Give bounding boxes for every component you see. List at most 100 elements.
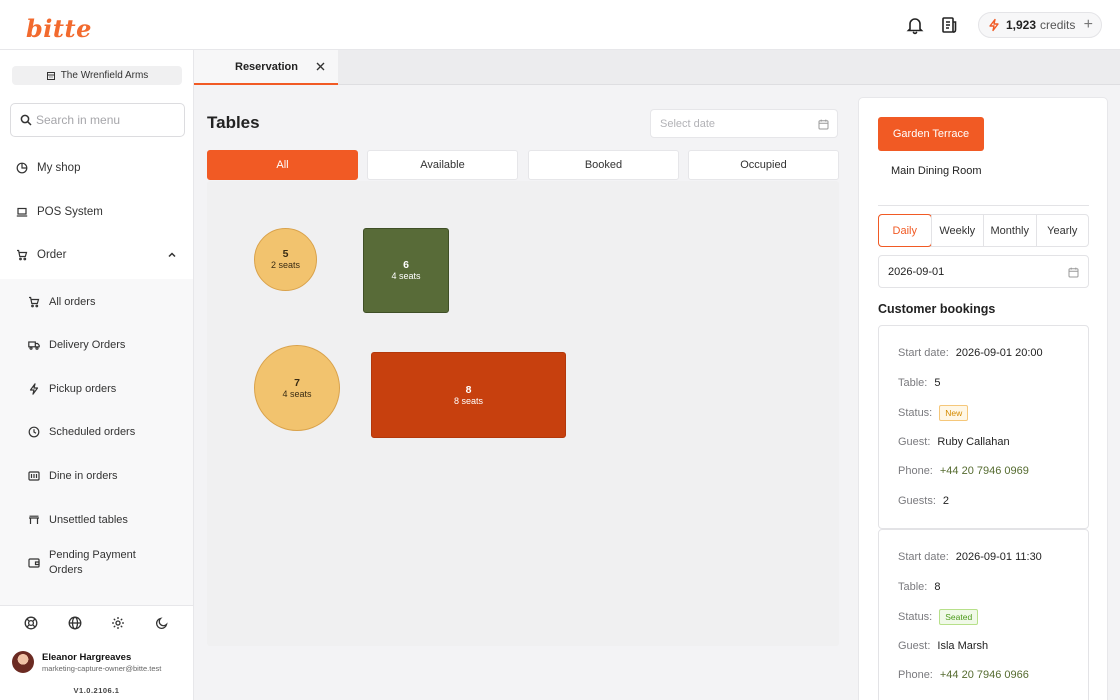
sidebar-item-label: Pending Payment Orders [49, 549, 136, 576]
receipt-icon[interactable] [939, 15, 959, 35]
sidebar-item-label: Order [37, 249, 67, 261]
field-label: Status: [898, 611, 933, 623]
sidebar-item-label: All orders [49, 295, 96, 308]
booking-phone: Phone: +44 20 7946 0969 [898, 465, 1029, 477]
booking-guest: Guest: Isla Marsh [898, 640, 988, 652]
floor-plan: 5 2 seats 6 4 seats 7 4 seats 8 8 seats [207, 181, 839, 646]
booking-table: Table: 5 [898, 377, 940, 389]
period-monthly[interactable]: Monthly [983, 215, 1036, 246]
page-title: Tables [207, 113, 260, 132]
bell-icon[interactable] [905, 15, 925, 35]
avatar [12, 651, 34, 673]
booking-date-value: 2026-09-01 [888, 265, 945, 278]
field-label: Phone: [898, 669, 933, 681]
sidebar-item-label: Dine in orders [49, 469, 118, 482]
bolt-icon [987, 18, 1001, 32]
room-garden-terrace[interactable]: Garden Terrace [878, 117, 984, 151]
credits-label: credits [1040, 18, 1076, 32]
table-seats: 4 seats [282, 388, 312, 399]
sidebar-item-dine-in-orders[interactable]: Dine in orders [0, 458, 193, 494]
search-box[interactable] [10, 103, 185, 137]
sidebar-item-order[interactable]: Order [0, 237, 193, 273]
sidebar-item-all-orders[interactable]: All orders [0, 284, 193, 320]
booking-status: Status: New [898, 405, 969, 421]
table-6[interactable]: 6 4 seats [363, 228, 449, 313]
table-icon [29, 515, 39, 524]
period-weekly[interactable]: Weekly [930, 215, 984, 246]
sidebar-item-my-shop[interactable]: My shop [0, 150, 193, 186]
booking-guests: Guests: 2 [898, 495, 949, 507]
table-7[interactable]: 7 4 seats [254, 345, 340, 431]
truck-icon [28, 341, 40, 350]
filter-occupied[interactable]: Occupied [688, 150, 839, 180]
period-daily[interactable]: Daily [878, 214, 932, 247]
sidebar-item-label: Scheduled orders [49, 425, 136, 438]
credits-amount: 1,923 [1006, 18, 1037, 32]
field-value: Ruby Callahan [937, 436, 1010, 448]
period-yearly[interactable]: Yearly [1035, 215, 1089, 246]
logo[interactable]: bitte [26, 14, 92, 43]
wallet-icon [28, 558, 40, 568]
dine-in-icon [28, 471, 40, 481]
phone-link[interactable]: +44 20 7946 0969 [940, 465, 1029, 477]
laptop-icon [16, 207, 28, 217]
tab-reservation[interactable]: Reservation [194, 50, 338, 85]
date-input[interactable] [660, 117, 810, 130]
field-label: Guest: [898, 640, 931, 652]
calendar-icon[interactable] [818, 119, 829, 130]
shop-name: The Wrenfield Arms [60, 70, 149, 81]
phone-link[interactable]: +44 20 7946 0966 [940, 669, 1029, 681]
field-value: 8 [934, 581, 941, 593]
sidebar-item-pickup-orders[interactable]: Pickup orders [0, 371, 193, 407]
sidebar: The Wrenfield Arms My shop POS System Or… [0, 50, 194, 700]
globe-icon[interactable] [68, 616, 82, 630]
shop-selector[interactable]: The Wrenfield Arms [12, 66, 182, 85]
tab-label: Reservation [235, 60, 298, 73]
field-value: 5 [934, 377, 941, 389]
field-label: Status: [898, 407, 933, 419]
date-picker[interactable] [650, 109, 838, 138]
booking-status: Status: Seated [898, 609, 979, 625]
user-email: marketing-capture-owner@bitte.test [42, 663, 162, 673]
field-value: 2 [942, 495, 950, 507]
close-icon[interactable] [315, 61, 326, 72]
filter-booked[interactable]: Booked [528, 150, 679, 180]
sidebar-item-delivery-orders[interactable]: Delivery Orders [0, 327, 193, 363]
booking-date-field[interactable]: 2026-09-01 [878, 255, 1089, 288]
sidebar-item-scheduled-orders[interactable]: Scheduled orders [0, 414, 193, 450]
table-number: 6 [403, 259, 409, 271]
table-5[interactable]: 5 2 seats [254, 228, 317, 291]
field-value: Isla Marsh [937, 640, 989, 652]
gear-icon[interactable] [111, 616, 125, 630]
store-icon [46, 71, 55, 80]
add-credits-button[interactable]: + [1084, 17, 1093, 33]
table-8[interactable]: 8 8 seats [371, 352, 566, 438]
search-icon [20, 114, 32, 126]
credits-pill[interactable]: 1,923 credits + [978, 12, 1102, 38]
section-title: Customer bookings [878, 302, 996, 316]
moon-icon[interactable] [155, 616, 169, 630]
sidebar-footer: Eleanor Hargreaves marketing-capture-own… [0, 605, 193, 700]
filter-available[interactable]: Available [367, 150, 518, 180]
filter-all[interactable]: All [207, 150, 358, 180]
pie-chart-icon [16, 162, 28, 174]
chevron-up-icon[interactable] [167, 250, 177, 260]
calendar-icon[interactable] [1068, 267, 1079, 278]
help-icon[interactable] [24, 616, 38, 630]
sidebar-item-pos-system[interactable]: POS System [0, 194, 193, 230]
divider [878, 205, 1089, 206]
room-main-dining[interactable]: Main Dining Room [891, 165, 981, 177]
sidebar-item-pending-payment-orders[interactable]: Pending Payment Orders [0, 545, 193, 581]
booking-card[interactable]: Start date: 2026-09-01 11:30 Table: 8 St… [878, 529, 1089, 700]
sidebar-item-unsettled-tables[interactable]: Unsettled tables [0, 502, 193, 538]
booking-table: Table: 8 [898, 581, 940, 593]
table-number: 8 [465, 383, 472, 396]
field-label: Guest: [898, 436, 931, 448]
booking-card[interactable]: Start date: 2026-09-01 20:00 Table: 5 St… [878, 325, 1089, 529]
sidebar-item-label: Delivery Orders [49, 338, 126, 351]
cart-icon [29, 296, 40, 308]
search-input[interactable] [36, 113, 176, 127]
user-name: Eleanor Hargreaves [42, 651, 132, 663]
user-profile[interactable]: Eleanor Hargreaves marketing-capture-own… [12, 651, 161, 673]
booking-phone: Phone: +44 20 7946 0966 [898, 669, 1029, 681]
